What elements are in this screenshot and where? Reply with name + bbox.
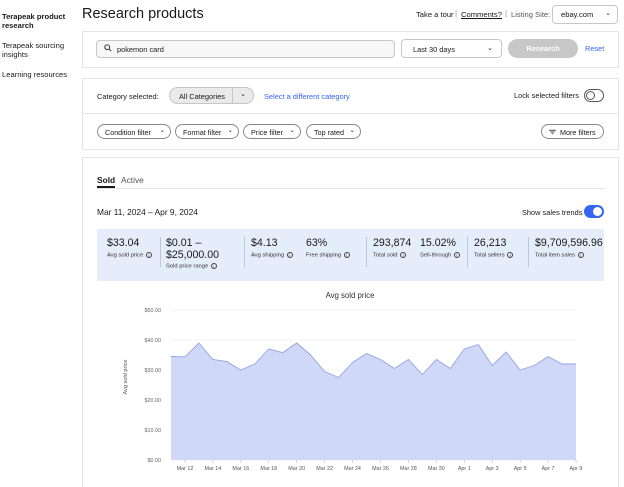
y-tick-label: $50.00 <box>145 308 162 314</box>
x-tick-label: Mar 26 <box>372 466 389 472</box>
x-tick-label: Apr 1 <box>458 466 471 472</box>
y-tick-label: $0.00 <box>148 458 162 464</box>
y-tick-label: $40.00 <box>145 338 162 344</box>
x-tick-label: Mar 18 <box>260 466 277 472</box>
x-tick-label: Mar 28 <box>400 466 417 472</box>
y-tick-label: $10.00 <box>145 428 162 434</box>
x-tick-label: Apr 7 <box>542 466 555 472</box>
x-tick-label: Mar 20 <box>288 466 305 472</box>
y-tick-label: $30.00 <box>145 368 162 374</box>
x-tick-label: Mar 16 <box>232 466 249 472</box>
area-fill <box>171 343 576 460</box>
x-tick-label: Mar 22 <box>316 466 333 472</box>
x-tick-label: Mar 12 <box>177 466 194 472</box>
x-tick-label: Mar 14 <box>205 466 222 472</box>
x-tick-label: Apr 5 <box>514 466 527 472</box>
y-axis-label: Avg sold price <box>123 359 129 394</box>
x-tick-label: Apr 9 <box>570 466 583 472</box>
x-tick-label: Mar 24 <box>344 466 361 472</box>
x-tick-label: Apr 3 <box>486 466 499 472</box>
avg-sold-price-chart: $0.00 $10.00 $20.00 $30.00 $40.00 $50.00 Mar 1… <box>123 308 583 472</box>
y-tick-label: $20.00 <box>145 398 162 404</box>
x-tick-label: Mar 30 <box>428 466 445 472</box>
